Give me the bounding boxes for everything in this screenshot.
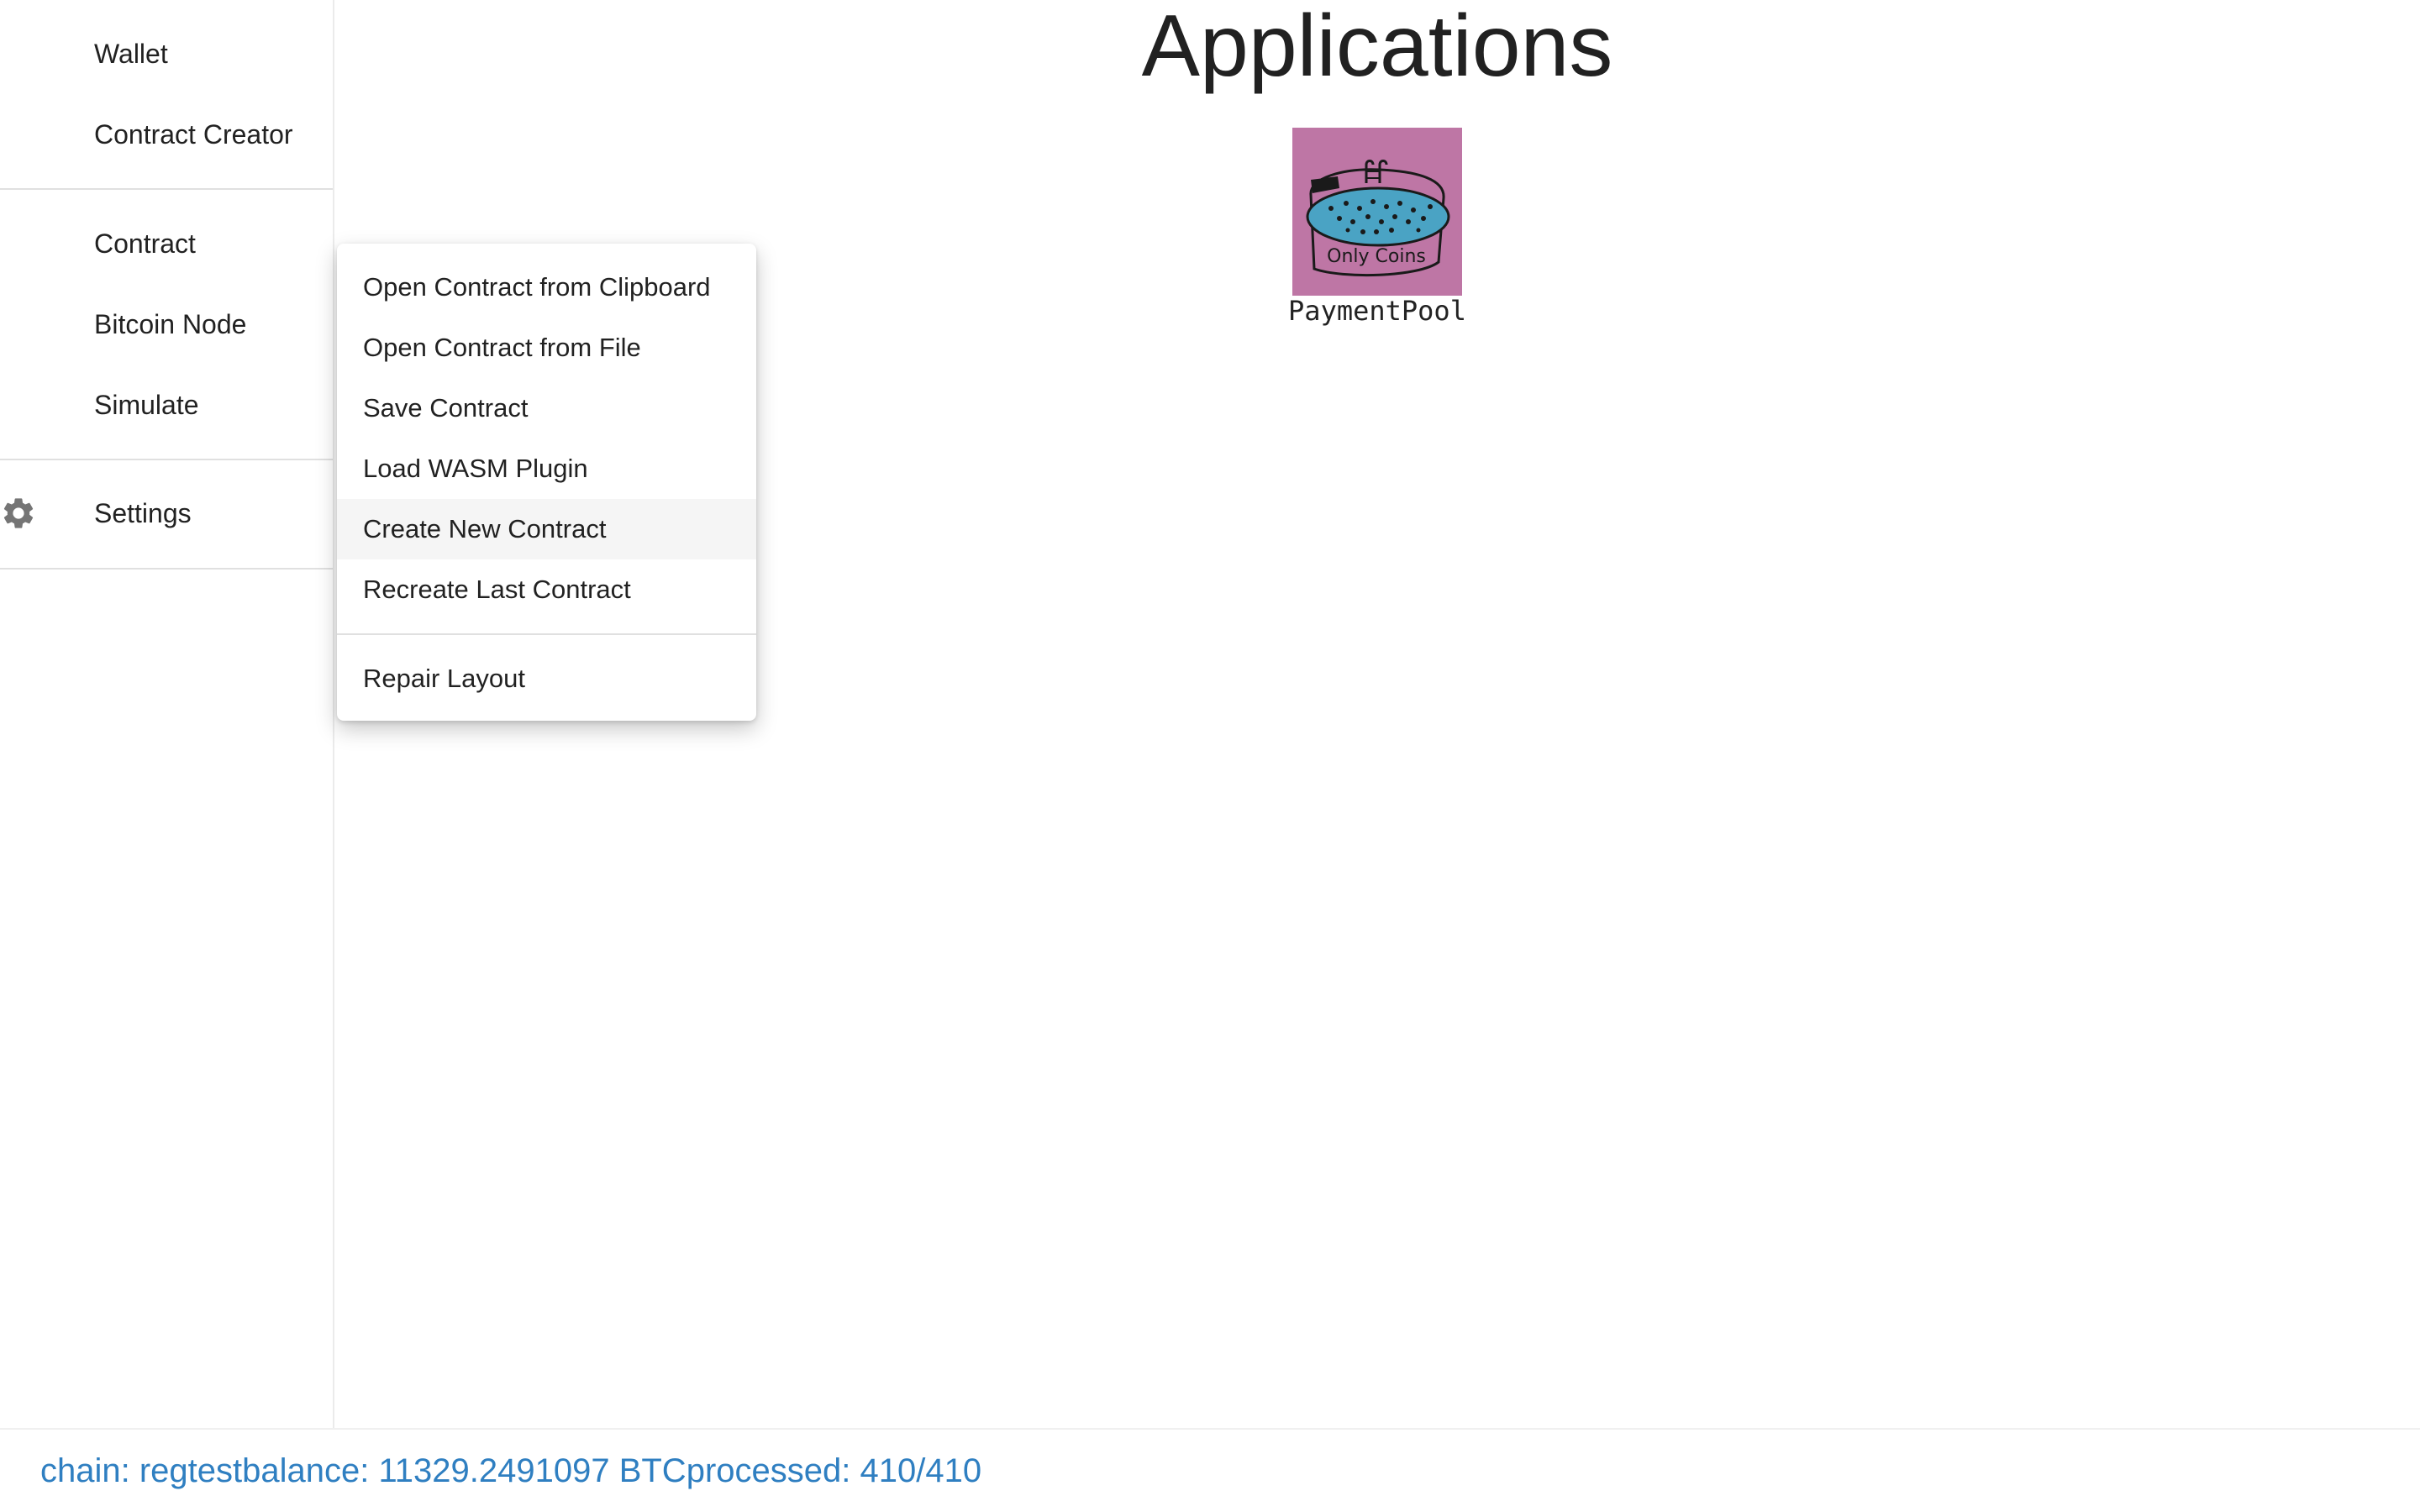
sidebar-item-contract-creator[interactable]: Contract Creator (0, 94, 333, 175)
menu-item-label: Save Contract (363, 393, 529, 423)
sidebar-item-label: Contract Creator (94, 119, 293, 150)
app-label: PaymentPool (1288, 295, 1466, 327)
menu-item-label: Recreate Last Contract (363, 575, 631, 604)
status-processed: processed: 410/410 (686, 1452, 982, 1489)
menu-item-label: Repair Layout (363, 664, 526, 693)
sidebar-item-contract[interactable]: Contract (0, 203, 333, 284)
gear-icon (0, 495, 37, 532)
menu-divider (337, 633, 756, 635)
sidebar-divider (0, 459, 333, 460)
sidebar-item-simulate[interactable]: Simulate (0, 365, 333, 445)
status-chain: chain: regtest (40, 1452, 243, 1489)
sidebar-item-label: Wallet (94, 39, 168, 69)
sidebar-item-wallet[interactable]: Wallet (0, 13, 333, 94)
contract-context-menu: Open Contract from Clipboard Open Contra… (337, 244, 756, 721)
sidebar-item-label: Contract (94, 228, 196, 259)
menu-item-recreate-last-contract[interactable]: Recreate Last Contract (337, 559, 756, 620)
menu-item-label: Open Contract from Clipboard (363, 272, 711, 302)
menu-item-create-new-contract[interactable]: Create New Contract (337, 499, 756, 559)
menu-item-load-wasm-plugin[interactable]: Load WASM Plugin (337, 438, 756, 499)
status-balance: balance: 11329.2491097 BTC (242, 1452, 687, 1489)
status-bar: chain: regtestbalance: 11329.2491097 BTC… (0, 1428, 2420, 1512)
sidebar: Wallet Contract Creator Contract Bitcoin… (0, 0, 334, 1428)
menu-item-label: Create New Contract (363, 514, 607, 543)
pool-sign-text: Only Coins (1327, 246, 1426, 267)
sidebar-divider (0, 568, 333, 570)
status-text: chain: regtestbalance: 11329.2491097 BTC… (40, 1451, 981, 1491)
sidebar-item-label: Bitcoin Node (94, 309, 247, 339)
sidebar-item-bitcoin-node[interactable]: Bitcoin Node (0, 284, 333, 365)
page-title: Applications (1141, 0, 1613, 95)
sidebar-item-label: Settings (94, 498, 192, 528)
sidebar-item-label: Simulate (94, 390, 199, 420)
menu-item-open-contract-from-file[interactable]: Open Contract from File (337, 318, 756, 378)
menu-item-label: Open Contract from File (363, 333, 641, 362)
menu-item-save-contract[interactable]: Save Contract (337, 378, 756, 438)
pool-drawing-icon: Only Coins (1292, 128, 1462, 296)
menu-item-open-contract-from-clipboard[interactable]: Open Contract from Clipboard (337, 257, 756, 318)
sidebar-divider (0, 188, 333, 190)
sidebar-item-settings[interactable]: Settings (0, 473, 333, 554)
menu-item-repair-layout[interactable]: Repair Layout (337, 648, 756, 709)
menu-item-label: Load WASM Plugin (363, 454, 588, 483)
